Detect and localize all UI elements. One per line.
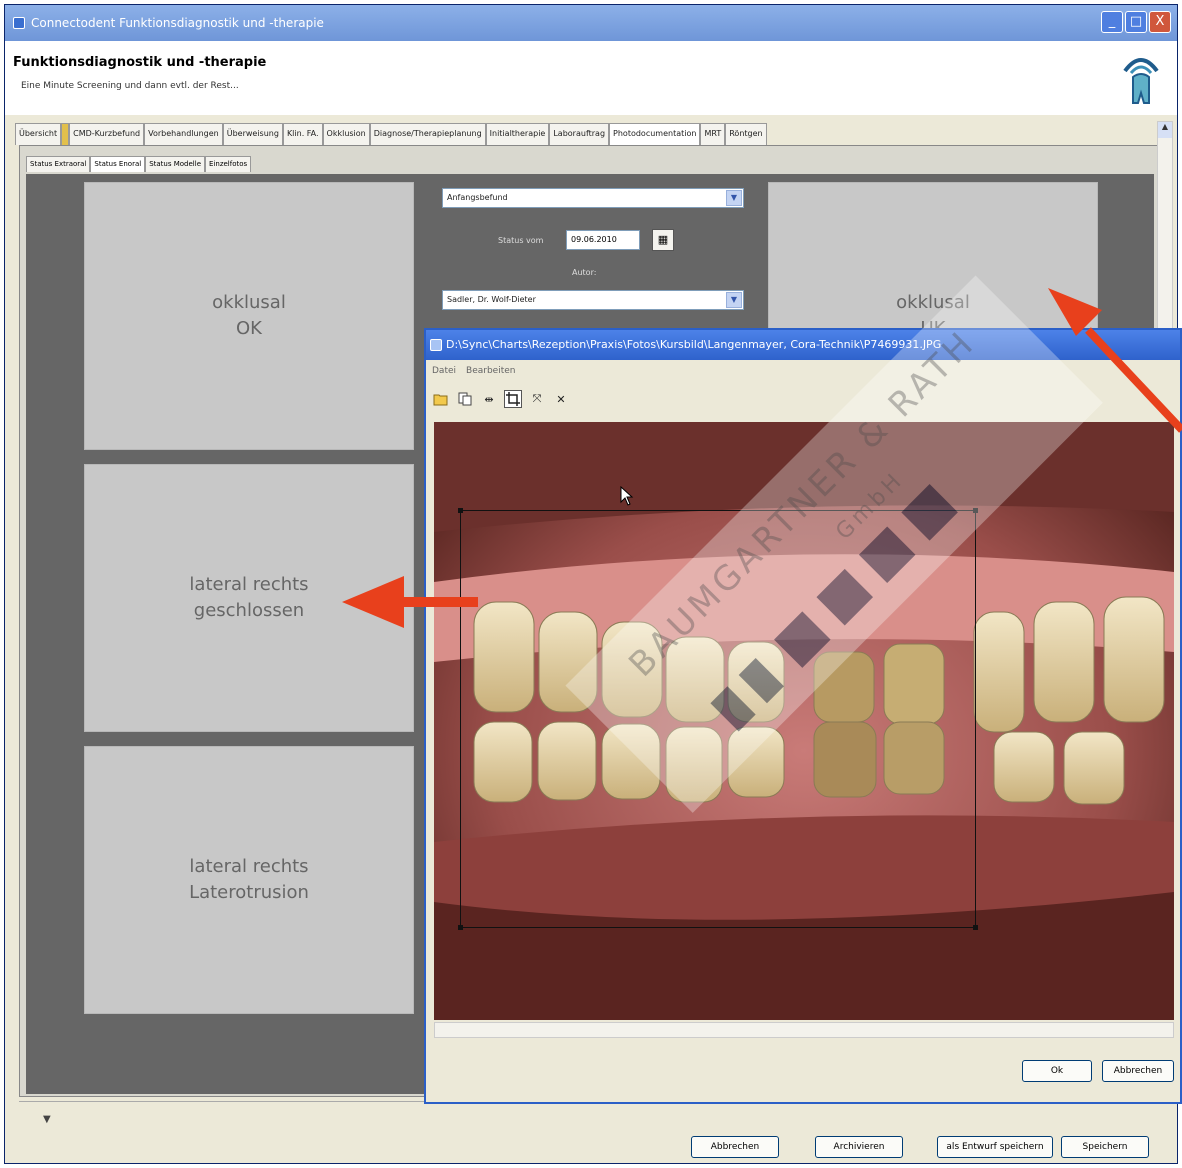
- dialog-cancel-button[interactable]: Abbrechen: [1102, 1060, 1174, 1082]
- dialog-app-icon: [430, 339, 442, 351]
- slot-label: okklusal: [212, 292, 286, 313]
- bottom-bar: ▼ Abbrechen Archivieren als Entwurf spei…: [19, 1101, 1165, 1161]
- status-select[interactable]: Anfangsbefund ▼: [442, 188, 744, 208]
- tab-diagnose[interactable]: Diagnose/Therapieplanung: [369, 123, 486, 145]
- chevron-down-icon[interactable]: ▼: [726, 292, 742, 308]
- maximize-button[interactable]: □: [1125, 11, 1147, 33]
- collapse-icon[interactable]: ✕: [552, 390, 570, 408]
- crop-handle[interactable]: [973, 925, 978, 930]
- save-draft-button[interactable]: als Entwurf speichern: [937, 1136, 1053, 1158]
- dental-photo[interactable]: [434, 422, 1174, 1020]
- image-viewer-dialog: D:\Sync\Charts\Rezeption\Praxis\Fotos\Ku…: [424, 328, 1182, 1104]
- tab-mrt[interactable]: MRT: [700, 123, 726, 145]
- subtab-einzelfotos[interactable]: Einzelfotos: [205, 156, 252, 172]
- calendar-icon[interactable]: ▦: [652, 229, 674, 251]
- fit-width-icon[interactable]: ⇹: [480, 390, 498, 408]
- crop-selection[interactable]: [458, 508, 978, 930]
- dialog-menubar: Datei Bearbeiten: [426, 362, 515, 380]
- slot-label: lateral rechts: [189, 856, 309, 877]
- tooth-logo-icon: [1123, 58, 1159, 104]
- slot-label: geschlossen: [193, 600, 305, 621]
- close-button[interactable]: X: [1149, 11, 1171, 33]
- scroll-up-icon[interactable]: ▲: [1158, 122, 1172, 138]
- tab-vorbehandlungen[interactable]: Vorbehandlungen: [144, 123, 223, 145]
- photo-slot-lateral-rechts-laterotrusion[interactable]: lateral rechts Laterotrusion: [84, 746, 414, 1014]
- slot-label: Laterotrusion: [189, 882, 309, 903]
- dialog-toolbar: ⇹ ⤧ ✕: [432, 388, 570, 410]
- crop-handle[interactable]: [458, 925, 463, 930]
- page-header: Funktionsdiagnostik und -therapie Eine M…: [5, 41, 1177, 115]
- tab-initialtherapie[interactable]: Initialtherapie: [485, 123, 550, 145]
- tab-laborauftrag[interactable]: Laborauftrag: [549, 123, 610, 145]
- cancel-button[interactable]: Abbrechen: [691, 1136, 779, 1158]
- author-select-value: Sadler, Dr. Wolf-Dieter: [447, 295, 536, 304]
- dialog-ok-button[interactable]: Ok: [1022, 1060, 1092, 1082]
- subtabbar: Status Extraoral Status Enoral Status Mo…: [26, 156, 252, 172]
- tab-roentgen[interactable]: Röntgen: [725, 123, 767, 145]
- tab-flag[interactable]: [61, 123, 70, 145]
- crop-icon[interactable]: [504, 390, 522, 408]
- open-folder-icon[interactable]: [432, 390, 450, 408]
- copy-icon[interactable]: [456, 390, 474, 408]
- save-button[interactable]: Speichern: [1061, 1136, 1149, 1158]
- archive-button[interactable]: Archivieren: [815, 1136, 903, 1158]
- dialog-titlebar: D:\Sync\Charts\Rezeption\Praxis\Fotos\Ku…: [426, 330, 1180, 360]
- photo-slot-lateral-rechts-geschlossen[interactable]: lateral rechts geschlossen: [84, 464, 414, 732]
- mouse-cursor-icon: [620, 486, 634, 506]
- status-date-label: Status vom: [498, 236, 544, 245]
- expand-icon[interactable]: ⤧: [528, 390, 546, 408]
- author-label: Autor:: [572, 268, 597, 277]
- menu-datei[interactable]: Datei: [432, 362, 456, 380]
- menu-bearbeiten[interactable]: Bearbeiten: [466, 362, 515, 380]
- window-titlebar: Connectodent Funktionsdiagnostik und -th…: [5, 5, 1177, 41]
- dialog-title: D:\Sync\Charts\Rezeption\Praxis\Fotos\Ku…: [446, 338, 942, 351]
- slot-label: okklusal: [896, 292, 970, 313]
- photo-slot-okklusal-ok[interactable]: okklusal OK: [84, 182, 414, 450]
- page-subtitle: Eine Minute Screening und dann evtl. der…: [21, 81, 239, 91]
- minimize-button[interactable]: _: [1101, 11, 1123, 33]
- tab-ueberweisung[interactable]: Überweisung: [222, 123, 283, 145]
- collapse-arrow-icon[interactable]: ▼: [43, 1114, 51, 1125]
- status-select-value: Anfangsbefund: [447, 193, 508, 202]
- author-select[interactable]: Sadler, Dr. Wolf-Dieter ▼: [442, 290, 744, 310]
- status-date-input[interactable]: 09.06.2010: [566, 230, 640, 250]
- crop-handle[interactable]: [458, 508, 463, 513]
- subtab-status-enoral[interactable]: Status Enoral: [90, 156, 146, 172]
- tab-cmd-kurzbefund[interactable]: CMD-Kurzbefund: [69, 123, 145, 145]
- slot-label: OK: [236, 318, 262, 339]
- chevron-down-icon[interactable]: ▼: [726, 190, 742, 206]
- tab-klin-fa[interactable]: Klin. FA.: [282, 123, 323, 145]
- crop-handle[interactable]: [973, 508, 978, 513]
- tab-okklusion[interactable]: Okklusion: [322, 123, 370, 145]
- subtab-status-modelle[interactable]: Status Modelle: [145, 156, 206, 172]
- page-title: Funktionsdiagnostik und -therapie: [13, 55, 267, 70]
- subtab-status-extraoral[interactable]: Status Extraoral: [26, 156, 91, 172]
- window-title: Connectodent Funktionsdiagnostik und -th…: [31, 16, 324, 30]
- tab-uebersicht[interactable]: Übersicht: [15, 123, 62, 145]
- dialog-horizontal-scrollbar[interactable]: [434, 1022, 1174, 1038]
- tab-photodocumentation[interactable]: Photodocumentation: [609, 123, 701, 145]
- main-tabbar: Übersicht CMD-Kurzbefund Vorbehandlungen…: [15, 123, 767, 145]
- slot-label: lateral rechts: [189, 574, 309, 595]
- app-icon: [13, 17, 25, 29]
